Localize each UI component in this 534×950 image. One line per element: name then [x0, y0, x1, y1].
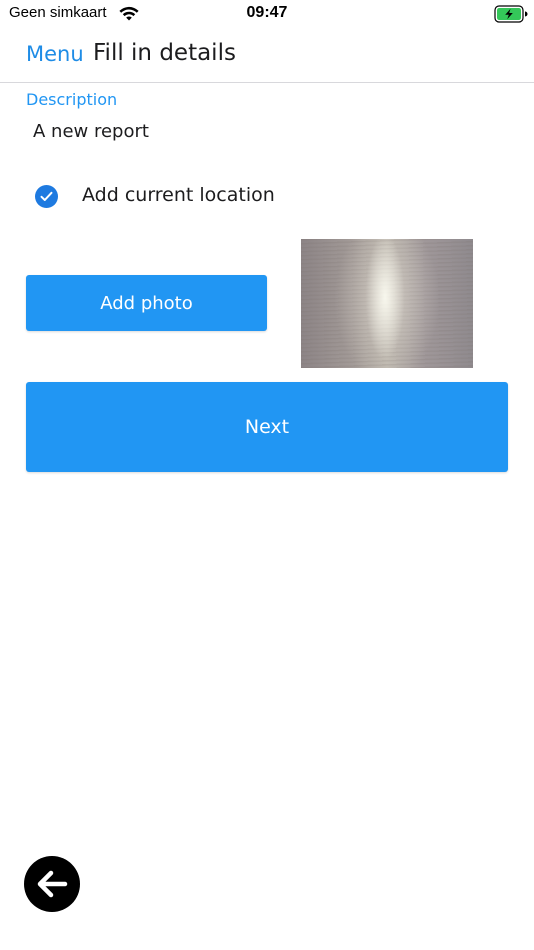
add-photo-button[interactable]: Add photo: [26, 275, 267, 331]
add-location-label: Add current location: [82, 184, 275, 206]
status-bar: Geen simkaart 09:47: [0, 0, 534, 30]
battery-charging-icon: [494, 5, 528, 23]
page-title: Fill in details: [93, 40, 236, 66]
description-label: Description: [26, 90, 118, 109]
back-button[interactable]: [24, 856, 80, 912]
photo-thumbnail: [301, 239, 473, 368]
arrow-left-icon: [37, 870, 68, 898]
description-field[interactable]: A new report: [33, 121, 149, 142]
checkmark-icon[interactable]: [35, 185, 58, 208]
menu-button[interactable]: Menu: [26, 42, 84, 66]
next-button[interactable]: Next: [26, 382, 508, 472]
navigation-bar: Menu Fill in details: [0, 30, 534, 83]
clock: 09:47: [246, 4, 288, 21]
